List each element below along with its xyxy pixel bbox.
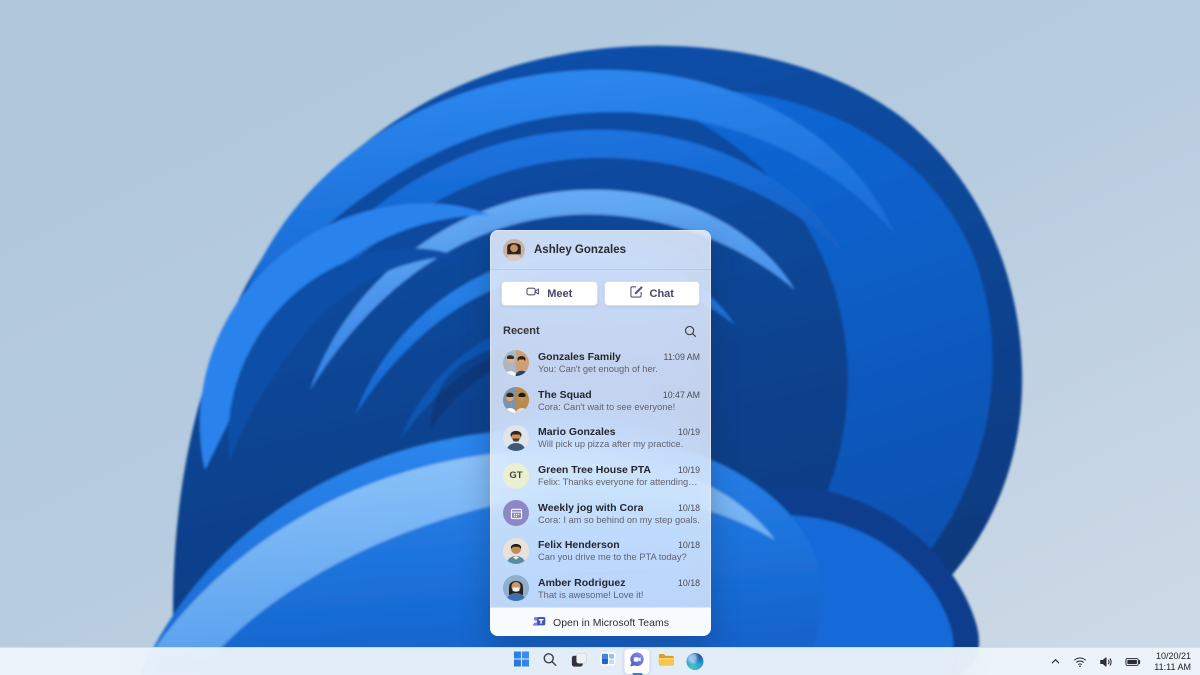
- conversation-time: 10/19: [677, 427, 700, 438]
- video-camera-icon: [526, 285, 540, 303]
- conversation-row[interactable]: Gonzales Family 11:09 AM You: Can't get …: [490, 344, 711, 382]
- user-avatar[interactable]: [503, 238, 525, 261]
- conversation-row[interactable]: The Squad 10:47 AM Cora: Can't wait to s…: [490, 382, 711, 420]
- taskbar-time: 11:11 AM: [1154, 661, 1191, 672]
- edge-icon: [686, 653, 704, 670]
- recent-label: Recent: [503, 325, 540, 337]
- teams-logo-icon: [532, 613, 547, 633]
- conversation-name: Amber Rodriguez: [538, 576, 626, 589]
- search-button[interactable]: [537, 649, 562, 674]
- meet-button-label: Meet: [547, 287, 573, 300]
- photo-avatar: [503, 424, 529, 451]
- taskbar-center-icons: [508, 648, 707, 675]
- group-photo-avatar: [503, 387, 529, 414]
- system-tray: 10/20/21 11:11 AM: [1047, 648, 1195, 675]
- conversation-preview: You: Can't get enough of her.: [538, 364, 658, 375]
- conversation-preview: That is awesome! Love it!: [538, 589, 644, 600]
- start-button[interactable]: [508, 649, 533, 674]
- open-in-teams-label: Open in Microsoft Teams: [553, 616, 669, 629]
- conversation-row[interactable]: Amber Rodriguez 10/18 That is awesome! L…: [490, 570, 711, 608]
- widgets-icon: [599, 651, 616, 672]
- chat-button[interactable]: Chat: [603, 281, 700, 306]
- taskbar-clock[interactable]: 10/20/21 11:11 AM: [1150, 651, 1195, 673]
- edge-button[interactable]: [682, 649, 707, 674]
- user-name: Ashley Gonzales: [534, 243, 627, 256]
- conversation-time: 10/19: [677, 465, 700, 476]
- chat-button-label: Chat: [649, 287, 674, 300]
- group-photo-avatar: [503, 349, 529, 376]
- conversation-name: The Squad: [538, 388, 592, 401]
- file-explorer-icon: [657, 652, 674, 672]
- taskbar: 10/20/21 11:11 AM: [0, 647, 1200, 675]
- conversation-time: 11:09 AM: [663, 352, 700, 363]
- teams-chat-flyout: Ashley Gonzales Meet Chat Recent Gonzale…: [490, 230, 711, 636]
- conversation-row[interactable]: Mario Gonzales 10/19 Will pick up pizza …: [490, 419, 711, 457]
- conversation-name: Felix Henderson: [538, 539, 620, 552]
- initials-avatar: GT: [503, 462, 529, 489]
- open-in-teams-button[interactable]: Open in Microsoft Teams: [490, 607, 711, 636]
- chat-button-taskbar[interactable]: [624, 649, 650, 675]
- conversation-row[interactable]: Weekly jog with Cora 10/18 Cora: I am so…: [490, 494, 711, 532]
- conversation-time: 10:47 AM: [662, 389, 700, 400]
- search-icon: [542, 652, 557, 672]
- conversation-time: 10/18: [677, 502, 700, 513]
- battery-icon[interactable]: [1122, 650, 1144, 674]
- windows-start-icon: [513, 651, 529, 672]
- teams-chat-icon: [628, 651, 645, 673]
- photo-avatar: [503, 537, 529, 564]
- conversation-name: Weekly jog with Cora: [538, 501, 644, 514]
- flyout-header: Ashley Gonzales: [490, 230, 711, 270]
- file-explorer-button[interactable]: [653, 649, 678, 674]
- hidden-icons-chevron[interactable]: [1047, 650, 1064, 674]
- conversation-row[interactable]: GT Green Tree House PTA 10/19 Felix: Tha…: [490, 457, 711, 495]
- conversation-name: Gonzales Family: [538, 351, 621, 364]
- task-view-icon: [570, 651, 587, 673]
- flyout-actions: Meet Chat: [490, 270, 711, 316]
- calendar-icon-avatar: [503, 500, 529, 527]
- conversation-row[interactable]: Felix Henderson 10/18 Can you drive me t…: [490, 532, 711, 570]
- compose-icon: [629, 285, 643, 303]
- task-view-button[interactable]: [566, 649, 591, 674]
- conversation-time: 10/18: [677, 540, 700, 551]
- conversation-time: 10/18: [677, 577, 700, 588]
- conversation-name: Green Tree House PTA: [538, 464, 652, 477]
- conversation-list: Gonzales Family 11:09 AM You: Can't get …: [490, 344, 711, 607]
- conversation-preview: Will pick up pizza after my practice.: [538, 439, 684, 450]
- volume-icon[interactable]: [1096, 650, 1116, 674]
- conversation-preview: Felix: Thanks everyone for attending tod…: [538, 477, 700, 488]
- meet-button[interactable]: Meet: [501, 281, 598, 306]
- photo-avatar: [503, 575, 529, 602]
- widgets-button[interactable]: [595, 649, 620, 674]
- conversation-preview: Cora: Can't wait to see everyone!: [538, 401, 676, 412]
- taskbar-date: 10/20/21: [1155, 650, 1191, 661]
- conversation-name: Mario Gonzales: [538, 426, 616, 439]
- conversation-preview: Can you drive me to the PTA today?: [538, 552, 687, 563]
- recent-section-header: Recent: [490, 318, 711, 344]
- conversation-preview: Cora: I am so behind on my step goals.: [538, 514, 700, 525]
- search-icon[interactable]: [682, 323, 698, 339]
- network-icon[interactable]: [1070, 650, 1090, 674]
